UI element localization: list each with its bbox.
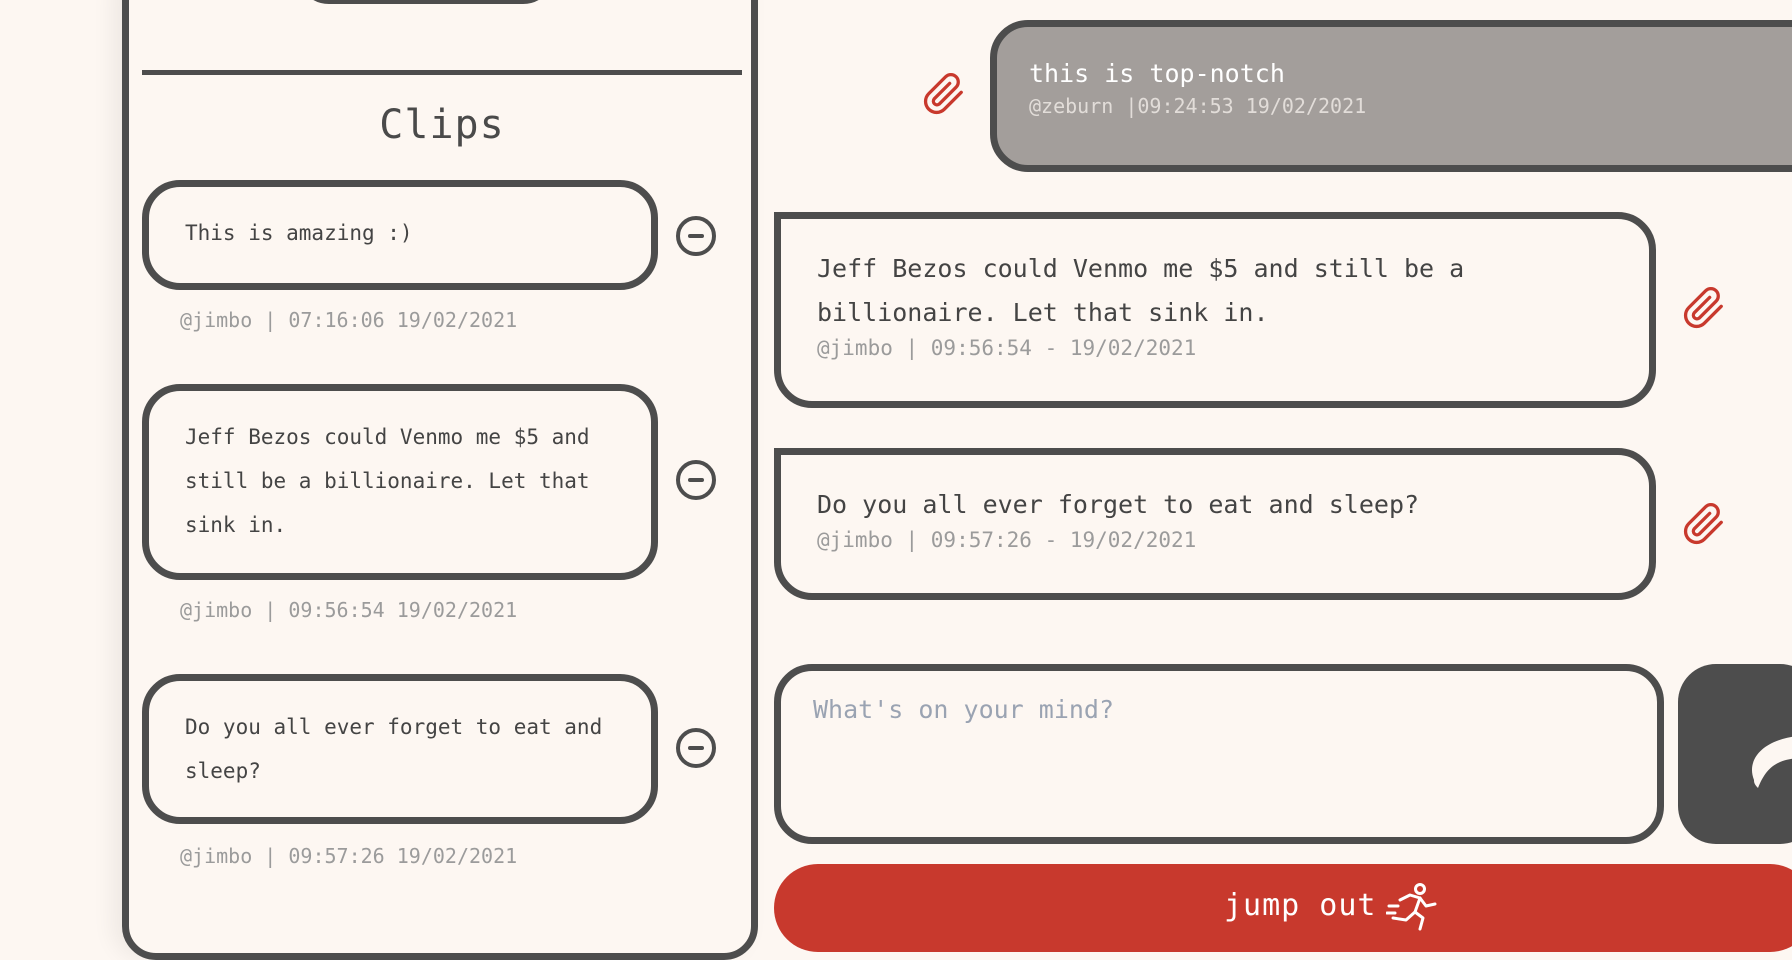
message-text: Jeff Bezos could Venmo me $5 and still b… [817,254,1465,327]
clip-text: Do you all ever forget to eat and sleep? [185,715,603,783]
clip-card: Do you all ever forget to eat and sleep? [142,674,658,824]
message-meta: @jimbo | 09:57:26 - 19/02/2021 [817,528,1197,552]
clip-text: This is amazing :) [185,221,413,245]
message-input[interactable] [811,693,1627,817]
message-meta: @zeburn |09:24:53 19/02/2021 [1029,94,1367,118]
send-icon [1752,736,1792,788]
clip-card: This is amazing :) [142,180,658,290]
clip-meta: @jimbo | 09:56:54 19/02/2021 [180,598,518,622]
clips-title: Clips [379,102,505,148]
message-text: Do you all ever forget to eat and sleep? [817,490,1420,519]
chat-message: Jeff Bezos could Venmo me $5 and still b… [774,212,1656,408]
remove-clip-icon[interactable] [676,728,716,768]
paperclip-icon[interactable] [1682,286,1726,330]
message-text: this is top-notch [1029,59,1285,88]
clip-card: Jeff Bezos could Venmo me $5 and still b… [142,384,658,580]
remove-clip-icon[interactable] [676,460,716,500]
panel-divider [142,70,742,75]
clip-meta: @jimbo | 07:16:06 19/02/2021 [180,308,518,332]
running-person-icon [1386,883,1437,931]
clip-text: Jeff Bezos could Venmo me $5 and still b… [185,425,590,537]
compose-box [774,664,1664,844]
panel-top-button[interactable] [297,0,555,4]
paperclip-icon[interactable] [922,72,966,116]
message-meta: @jimbo | 09:56:54 - 19/02/2021 [817,336,1197,360]
own-message-bubble: this is top-notch @zeburn |09:24:53 19/0… [990,20,1792,172]
jump-out-button[interactable]: jump out [774,864,1792,952]
remove-clip-icon[interactable] [676,216,716,256]
jump-out-label: jump out [1224,888,1377,923]
paperclip-icon[interactable] [1682,502,1726,546]
chat-message: Do you all ever forget to eat and sleep?… [774,448,1656,600]
clip-meta: @jimbo | 09:57:26 19/02/2021 [180,844,518,868]
send-button[interactable] [1678,664,1792,844]
